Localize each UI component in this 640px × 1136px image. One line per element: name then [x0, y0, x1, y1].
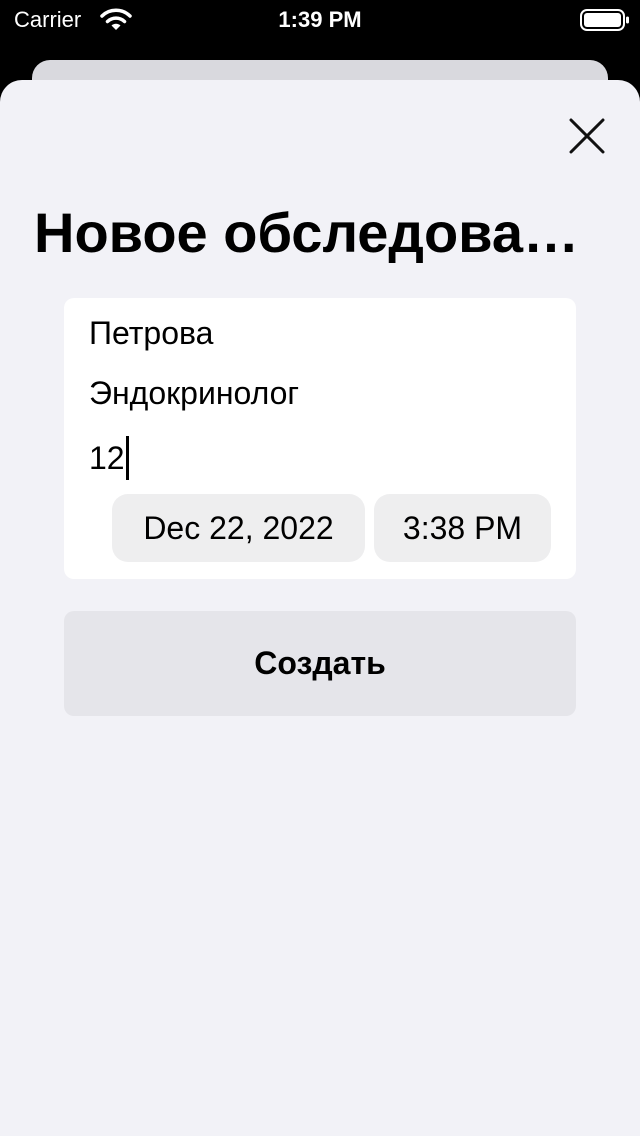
battery-full-icon [580, 9, 630, 31]
page-title: Новое обследова… [34, 201, 580, 264]
number-field[interactable]: 12 [89, 433, 559, 483]
patient-name-field[interactable]: Петрова [89, 313, 559, 363]
status-time: 1:39 PM [278, 7, 362, 32]
create-button[interactable]: Создать [64, 611, 576, 716]
doctor-specialty-field[interactable]: Эндокринолог [89, 373, 559, 423]
date-picker-button[interactable]: Dec 22, 2022 [112, 494, 365, 562]
patient-name-value: Петрова [89, 315, 214, 351]
time-picker-button[interactable]: 3:38 PM [374, 494, 551, 562]
close-button[interactable] [562, 111, 612, 161]
close-icon [568, 117, 606, 155]
status-bar: Carrier 1:39 PM [0, 0, 640, 40]
number-value: 12 [89, 440, 125, 476]
doctor-specialty-value: Эндокринолог [89, 375, 300, 411]
form-card: Петрова Эндокринолог 12 Dec 22, 2022 3:3… [64, 298, 576, 579]
text-cursor [125, 436, 129, 480]
